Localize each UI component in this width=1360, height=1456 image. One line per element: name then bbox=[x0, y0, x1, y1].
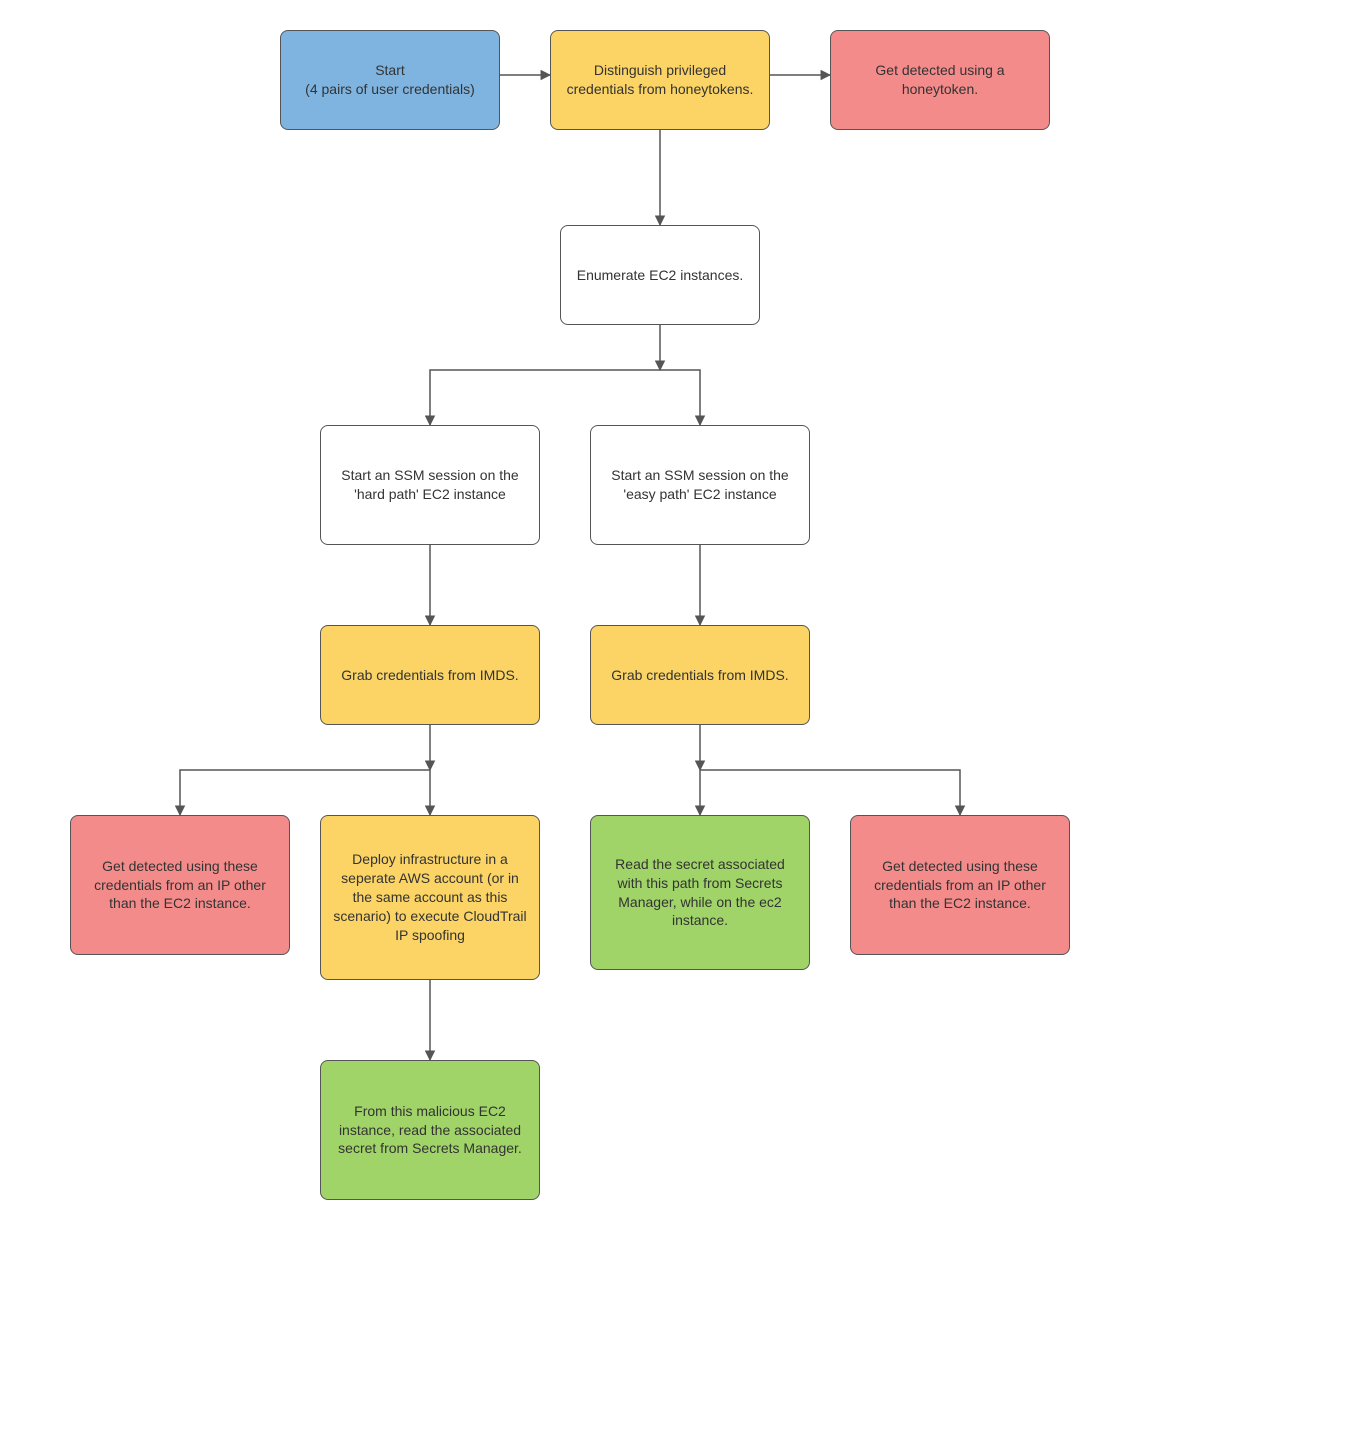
node-detect-honeytoken: Get detected using a honeytoken. bbox=[830, 30, 1050, 130]
node-read-secret-easy: Read the secret associated with this pat… bbox=[590, 815, 810, 970]
node-ssm-hard: Start an SSM session on the 'hard path' … bbox=[320, 425, 540, 545]
edge-imdsright-detect bbox=[700, 770, 960, 815]
edges-layer bbox=[0, 0, 1360, 1456]
node-imds-left: Grab credentials from IMDS. bbox=[320, 625, 540, 725]
node-imds-right: Grab credentials from IMDS. bbox=[590, 625, 810, 725]
node-ssm-easy: Start an SSM session on the 'easy path' … bbox=[590, 425, 810, 545]
node-read-secret-hard: From this malicious EC2 instance, read t… bbox=[320, 1060, 540, 1200]
flowchart-canvas: Start (4 pairs of user credentials) Dist… bbox=[0, 0, 1360, 1456]
node-deploy-infra: Deploy infrastructure in a seperate AWS … bbox=[320, 815, 540, 980]
edge-split-hard bbox=[430, 370, 660, 425]
edge-split-easy bbox=[660, 370, 700, 425]
node-detect-left: Get detected using these credentials fro… bbox=[70, 815, 290, 955]
node-detect-right: Get detected using these credentials fro… bbox=[850, 815, 1070, 955]
node-enumerate: Enumerate EC2 instances. bbox=[560, 225, 760, 325]
edge-imdsleft-detect bbox=[180, 770, 430, 815]
node-start: Start (4 pairs of user credentials) bbox=[280, 30, 500, 130]
node-distinguish: Distinguish privileged credentials from … bbox=[550, 30, 770, 130]
